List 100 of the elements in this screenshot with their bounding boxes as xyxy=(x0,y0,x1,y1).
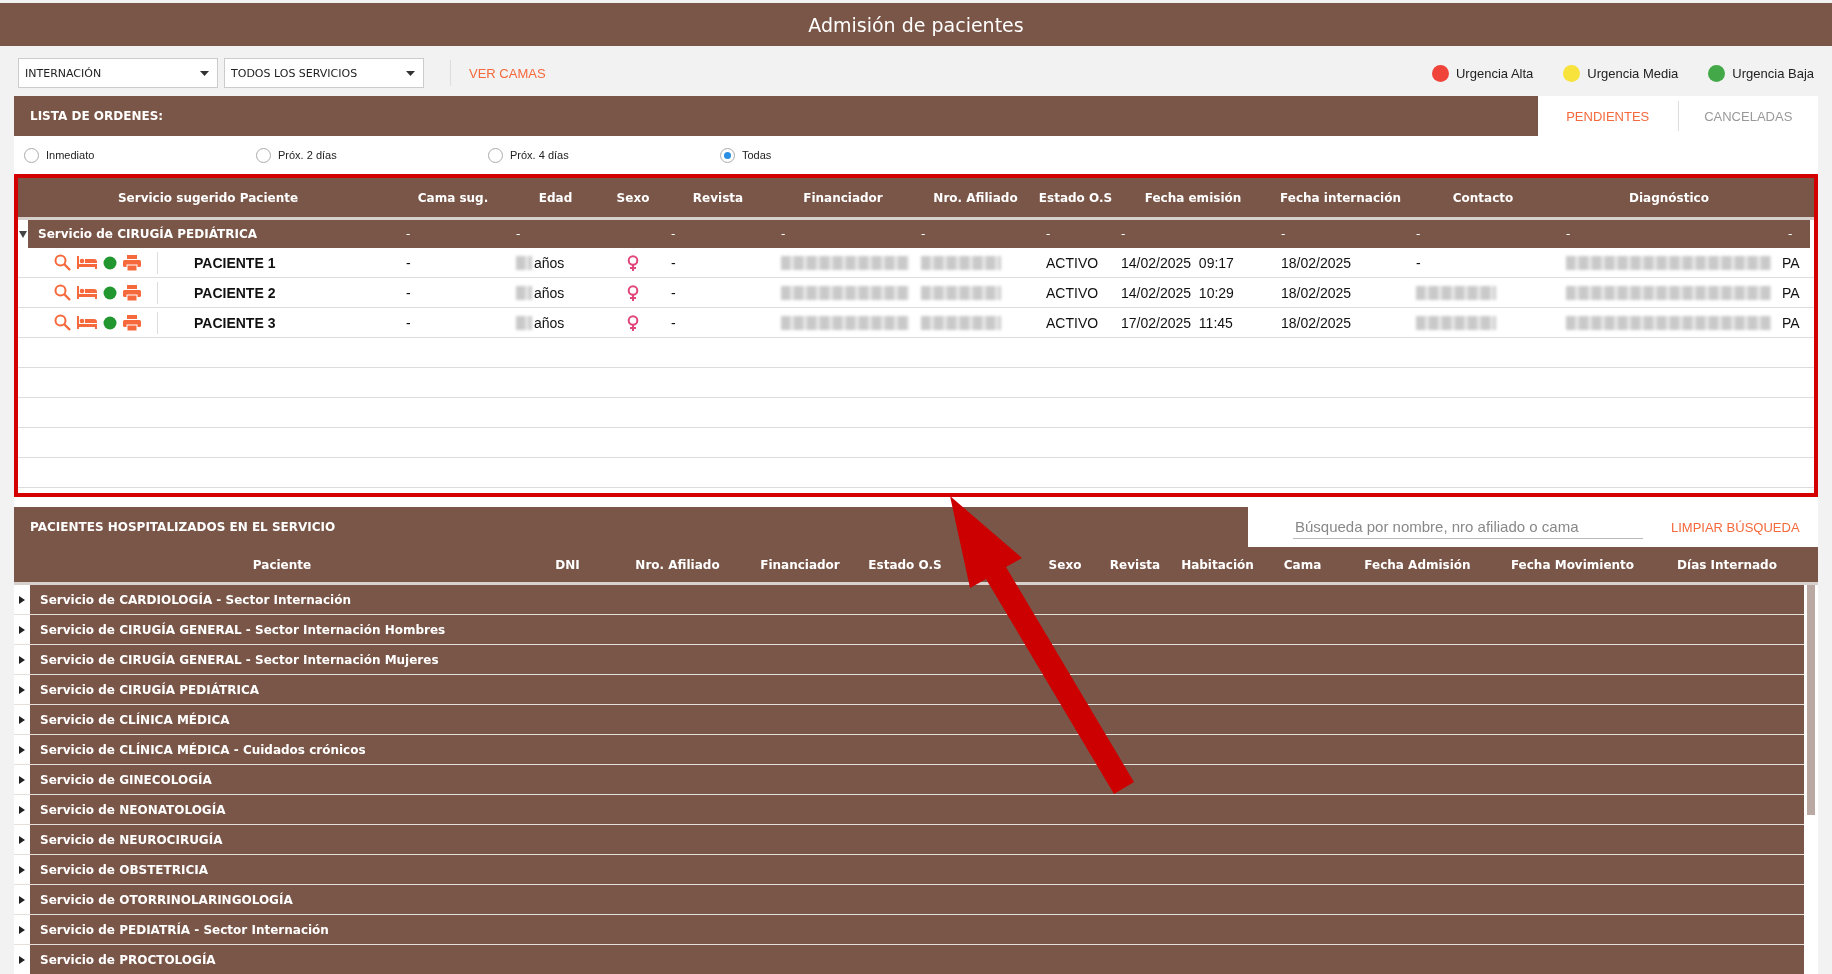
expand-triangle-icon[interactable] xyxy=(18,805,26,814)
column-header: Paciente xyxy=(251,557,313,572)
expand-triangle-icon[interactable] xyxy=(18,715,26,724)
panel-title: PACIENTES HOSPITALIZADOS EN EL SERVICIO xyxy=(14,507,1248,547)
expand-triangle-icon[interactable] xyxy=(18,775,26,784)
group-cell-text: - xyxy=(1565,227,1572,241)
group-row[interactable]: Servicio de CIRUGÍA GENERAL - Sector Internación Hombres xyxy=(30,615,1804,644)
group-row[interactable]: Servicio de CIRUGÍA GENERAL - Sector Internación Mujeres xyxy=(30,645,1804,674)
column-header: Financiador xyxy=(802,190,884,205)
group-cell-text: - xyxy=(1045,227,1052,241)
table-cell-text: - xyxy=(405,254,412,271)
table-cell-text: 18/02/2025 xyxy=(1280,314,1353,331)
table-cell-text: 17/02/2025 11:45 xyxy=(1120,314,1234,331)
column-header: Fecha internación xyxy=(1279,190,1402,205)
group-cell-text: - xyxy=(670,227,677,241)
radio-label: Inmediato xyxy=(46,149,95,161)
column-header: Días Internado xyxy=(1676,557,1778,572)
radio-button[interactable] xyxy=(488,147,503,163)
group-row[interactable]: Servicio de CLÍNICA MÉDICA - Cuidados crónicos xyxy=(30,735,1804,764)
redacted-text xyxy=(516,285,532,300)
search-icon[interactable] xyxy=(54,284,71,301)
column-header: Edad xyxy=(537,190,574,205)
group-cell-text: - xyxy=(920,227,927,241)
collapse-triangle-icon[interactable] xyxy=(19,230,27,238)
group-row[interactable]: Servicio de GINECOLOGÍA xyxy=(30,765,1804,794)
caret-icon xyxy=(406,70,415,76)
column-header: Estado O.S xyxy=(1038,190,1113,205)
expand-triangle-icon[interactable] xyxy=(18,625,26,634)
group-row[interactable]: Servicio de CLÍNICA MÉDICA xyxy=(30,705,1804,734)
column-header: Revista xyxy=(691,190,745,205)
group-row[interactable]: Servicio de OTORRINOLARINGOLOGÍA xyxy=(30,885,1804,914)
expand-triangle-icon[interactable] xyxy=(18,685,26,694)
dropdown[interactable]: TODOS LOS SERVICIOS xyxy=(224,58,424,88)
bed-icon[interactable] xyxy=(77,256,97,269)
column-header: Revista xyxy=(1108,557,1162,572)
radio-button[interactable] xyxy=(256,147,271,163)
column-header: Fecha Movimiento xyxy=(1509,557,1636,572)
redacted-text xyxy=(516,255,532,270)
expand-triangle-icon[interactable] xyxy=(18,745,26,754)
caret-icon xyxy=(200,70,209,76)
dropdown[interactable]: INTERNACIÓN xyxy=(18,58,218,88)
group-row[interactable]: Servicio de NEONATOLOGÍA xyxy=(30,795,1804,824)
table-cell-text: 14/02/2025 10:29 xyxy=(1120,284,1235,301)
column-header: Nro. Afiliado xyxy=(634,557,721,572)
expand-triangle-icon[interactable] xyxy=(18,925,26,934)
table-cell-text: 14/02/2025 09:17 xyxy=(1120,254,1235,271)
search-icon[interactable] xyxy=(54,254,71,271)
radio-button[interactable] xyxy=(24,147,39,163)
expand-triangle-icon[interactable] xyxy=(18,955,26,964)
group-row[interactable]: Servicio de PEDIATRÍA - Sector Internación xyxy=(30,915,1804,944)
group-cell-text: - xyxy=(1415,227,1422,241)
group-row[interactable]: Servicio de NEUROCIRUGÍA xyxy=(30,825,1804,854)
group-row[interactable]: Servicio de PROCTOLOGÍA xyxy=(30,945,1804,974)
table-cell-text: 18/02/2025 xyxy=(1280,254,1353,271)
bed-icon[interactable] xyxy=(77,286,97,299)
table-cell-text: PA xyxy=(1781,284,1801,301)
group-cell-text: - xyxy=(1787,227,1794,241)
redacted-text xyxy=(516,315,532,330)
expand-triangle-icon[interactable] xyxy=(18,835,26,844)
group-cell-text: - xyxy=(780,227,787,241)
window-title: Admisión de pacientes xyxy=(0,3,1832,46)
group-row[interactable]: Servicio de CIRUGÍA PEDIÁTRICA xyxy=(30,675,1804,704)
table-cell-text: - xyxy=(670,284,677,301)
patient-name: PACIENTE 1 xyxy=(193,254,277,271)
printer-icon[interactable] xyxy=(123,314,141,331)
expand-triangle-icon[interactable] xyxy=(18,595,26,604)
group-cell-text: - xyxy=(405,227,412,241)
table-cell: años xyxy=(534,314,565,331)
expand-triangle-icon[interactable] xyxy=(18,655,26,664)
group-cell-text: - xyxy=(515,227,522,241)
patient-name: PACIENTE 2 xyxy=(193,284,277,301)
legend-label: Urgencia Alta xyxy=(1455,65,1534,81)
legend-label: Urgencia Baja xyxy=(1732,65,1814,81)
column-header: Diagnóstico xyxy=(1628,190,1710,205)
search-icon[interactable] xyxy=(54,314,71,331)
radio-label: Próx. 2 días xyxy=(278,149,337,161)
column-header: Cama xyxy=(1282,557,1323,572)
group-cell-text: - xyxy=(1120,227,1127,241)
group-label[interactable]: Servicio de CIRUGÍA PEDIÁTRICA xyxy=(28,220,398,248)
expand-triangle-icon[interactable] xyxy=(18,895,26,904)
table-cell-text: 18/02/2025 xyxy=(1280,284,1353,301)
column-header: Nro. Afiliado xyxy=(932,190,1019,205)
group-row[interactable]: Servicio de OBSTETRICIA xyxy=(30,855,1804,884)
table-cell-text: - xyxy=(405,314,412,331)
group-cell-text: - xyxy=(1280,227,1287,241)
column-header: Estado O.S xyxy=(867,557,943,572)
table-cell-text: PA xyxy=(1781,314,1801,331)
column-header: Habitación xyxy=(1180,557,1255,572)
bed-icon[interactable] xyxy=(77,316,97,329)
column-header: Sexo xyxy=(615,190,651,205)
expand-triangle-icon[interactable] xyxy=(18,865,26,874)
printer-icon[interactable] xyxy=(123,284,141,301)
table-cell: años xyxy=(534,284,565,301)
table-cell-text: PA xyxy=(1781,254,1801,271)
radio-button[interactable] xyxy=(720,147,735,163)
search-field[interactable]: Búsqueda por nombre, nro afiliado o cama xyxy=(1293,515,1643,539)
table-cell: años xyxy=(534,254,565,271)
printer-icon[interactable] xyxy=(123,254,141,271)
table-cell-text: - xyxy=(405,284,412,301)
group-row[interactable]: Servicio de CARDIOLOGÍA - Sector Internación xyxy=(30,585,1804,614)
